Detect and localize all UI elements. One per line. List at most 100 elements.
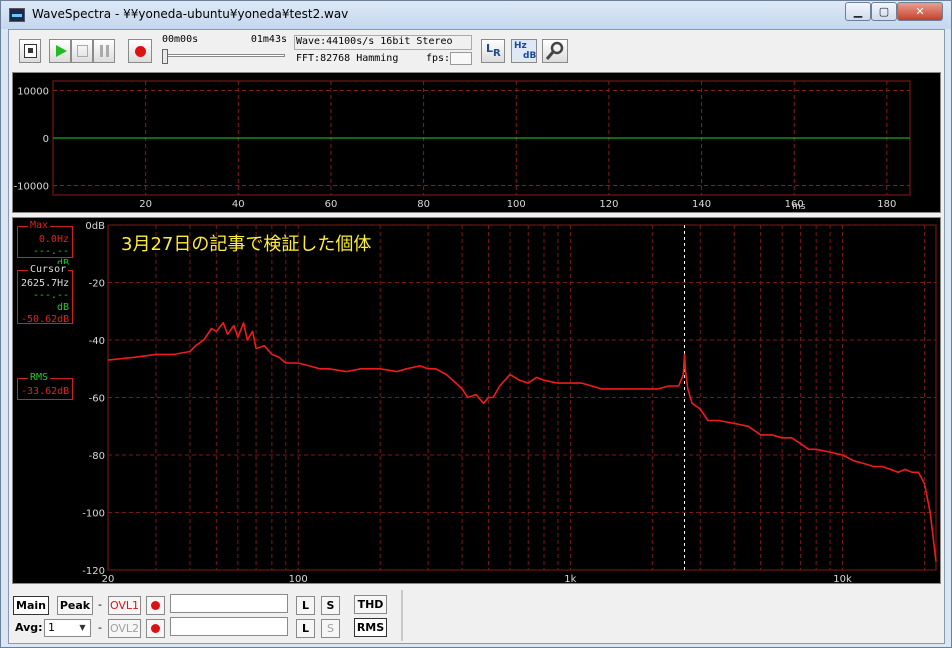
record-icon xyxy=(135,46,146,57)
spectrum-annotation: 3月27日の記事で検証した個体 xyxy=(121,234,371,255)
lr-icon-r: R xyxy=(493,48,501,59)
spectrum-x-tick-label: 10k xyxy=(833,574,852,583)
spectrum-y-tick-label: -60 xyxy=(89,394,105,405)
waveform-x-tick-label: 60 xyxy=(325,199,338,210)
hz-db-icon: Hz dB xyxy=(512,40,536,62)
record-button[interactable] xyxy=(128,39,152,63)
play-button[interactable] xyxy=(49,39,71,63)
ovl1-l-button[interactable]: L xyxy=(296,596,315,615)
thd-button[interactable]: THD xyxy=(354,595,387,614)
max-readout-freq: 0.0Hz xyxy=(38,234,69,245)
open-icon xyxy=(24,44,37,58)
chevron-down-icon: ▼ xyxy=(79,623,86,632)
waveform-y-tick-label: -10000 xyxy=(14,182,49,193)
format-info: Wave:44100s/s 16bit Stereo FFT:82768 Ham… xyxy=(292,34,472,68)
max-readout-title: Max xyxy=(28,220,51,232)
play-icon xyxy=(56,45,67,57)
waveform-x-tick-label: 100 xyxy=(507,199,526,210)
main-button[interactable]: Main xyxy=(13,596,49,615)
stop-button[interactable] xyxy=(71,39,93,63)
seek-slider[interactable] xyxy=(164,54,285,57)
seek-control: 00m00s 01m43s xyxy=(160,34,287,68)
dash-separator-2: - xyxy=(98,621,102,634)
ovl1-button[interactable]: OVL1 xyxy=(108,596,141,615)
cursor-readout-db-left: ---.--dB xyxy=(32,290,69,313)
fps-label: fps: xyxy=(426,53,451,64)
ovl1-name-input[interactable] xyxy=(170,594,288,613)
spectrum-y-tick-label: 0dB xyxy=(85,221,105,232)
spectrum-y-tick-label: -20 xyxy=(89,279,105,290)
ovl1-s-button[interactable]: S xyxy=(321,596,340,615)
waveform-x-tick-label: 80 xyxy=(417,199,430,210)
minimize-icon: ▁ xyxy=(853,5,863,18)
waveform-x-tick-label: 140 xyxy=(692,199,711,210)
cursor-readout-title: Cursor xyxy=(28,264,69,276)
seek-start-time: 00m00s xyxy=(162,34,199,45)
maximize-icon: ▢ xyxy=(878,5,890,18)
ovl2-l-button[interactable]: L xyxy=(296,619,315,638)
waveform-x-tick-label: 120 xyxy=(599,199,618,210)
app-icon xyxy=(9,8,25,22)
pause-icon xyxy=(100,45,109,57)
app-window: WaveSpectra - ¥¥yoneda-ubuntu¥yoneda¥tes… xyxy=(0,0,952,648)
close-button[interactable]: ✕ xyxy=(897,2,943,21)
open-file-button[interactable] xyxy=(19,39,41,63)
maximize-button[interactable]: ▢ xyxy=(871,2,897,21)
waveform-x-axis-label: ms xyxy=(792,202,806,212)
seek-slider-thumb[interactable] xyxy=(162,49,168,64)
hz-db-button[interactable]: Hz dB xyxy=(511,39,537,63)
dash-separator: - xyxy=(98,598,102,611)
spectrum-x-tick-label: 1k xyxy=(564,574,576,583)
spectrum-y-tick-label: -40 xyxy=(89,336,105,347)
waveform-x-tick-label: 40 xyxy=(232,199,245,210)
bottom-controls: Main Peak - OVL1 L S Avg: 1 ▼ - OVL2 L S… xyxy=(9,588,944,643)
rms-readout-value: -33.62dB xyxy=(21,386,70,397)
cursor-readout-freq: 2625.7Hz xyxy=(21,278,70,289)
peak-button[interactable]: Peak xyxy=(57,596,93,615)
close-icon: ✕ xyxy=(915,5,925,18)
spectrum-series-line xyxy=(107,322,937,562)
fps-value-box xyxy=(450,52,472,65)
rms-button[interactable]: RMS xyxy=(354,618,387,637)
avg-label: Avg: xyxy=(15,621,43,634)
fft-format-text: FFT:82768 Hamming xyxy=(296,53,399,64)
seek-end-time: 01m43s xyxy=(250,34,287,45)
ovl1-record-button[interactable] xyxy=(146,596,165,615)
ovl2-s-button[interactable]: S xyxy=(321,619,340,638)
wave-format-text: Wave:44100s/s 16bit Stereo xyxy=(296,36,453,47)
max-readout: Max 0.0Hz ---.--dB xyxy=(17,220,73,269)
ovl2-record-button[interactable] xyxy=(146,619,165,638)
settings-button[interactable] xyxy=(542,39,568,63)
spectrum-panel[interactable]: 0dB -20 -40 -60 -80 -100 -120 20 100 1k 10k 3月27日の記… xyxy=(12,217,941,585)
cursor-readout: Cursor 2625.7Hz ---.--dB -50.62dB xyxy=(17,264,73,325)
stop-icon xyxy=(77,45,88,57)
minimize-button[interactable]: ▁ xyxy=(845,2,871,21)
avg-select[interactable]: 1 ▼ xyxy=(44,619,91,637)
ovl2-name-input[interactable] xyxy=(170,617,288,636)
bottom-separator xyxy=(401,590,403,641)
cursor-readout-db-right: -50.62dB xyxy=(21,314,70,325)
spectrum-y-tick-label: -100 xyxy=(82,509,105,520)
waveform-y-tick-label: 10000 xyxy=(17,87,49,98)
waveform-y-tick-label: 0 xyxy=(43,134,49,145)
spectrum-x-tick-label: 100 xyxy=(289,574,308,583)
window-title: WaveSpectra - ¥¥yoneda-ubuntu¥yoneda¥tes… xyxy=(32,7,349,21)
hz-db-icon-db: dB xyxy=(523,51,537,61)
avg-select-value: 1 xyxy=(48,621,55,634)
waveform-chart: 20 40 60 80 100 120 140 160 180100000-10000ms xyxy=(14,80,911,212)
spectrum-chart: 0dB-20-40-60-80-100-12020 100 1k 10k3月27日の記… xyxy=(82,221,937,585)
spectrum-x-tick-label: 20 xyxy=(102,574,115,583)
waveform-panel[interactable]: 20 40 60 80 100 120 140 160 180 10000 0 -10000 ms xyxy=(12,72,941,213)
ovl2-button[interactable]: OVL2 xyxy=(108,619,141,638)
rms-readout-title: RMS xyxy=(28,372,51,384)
waveform-x-tick-label: 20 xyxy=(139,199,152,210)
lr-icon-l: L xyxy=(486,42,494,55)
settings-icon xyxy=(545,41,564,60)
hz-db-icon-hz: Hz xyxy=(514,41,527,51)
lr-icon: L R xyxy=(482,40,504,62)
client-area: 00m00s 01m43s Wave:44100s/s 16bit Stereo… xyxy=(8,29,945,644)
title-bar[interactable]: WaveSpectra - ¥¥yoneda-ubuntu¥yoneda¥tes… xyxy=(1,1,951,29)
lr-button[interactable]: L R xyxy=(481,39,505,63)
rms-readout: RMS -33.62dB xyxy=(17,372,73,400)
pause-button[interactable] xyxy=(93,39,115,63)
